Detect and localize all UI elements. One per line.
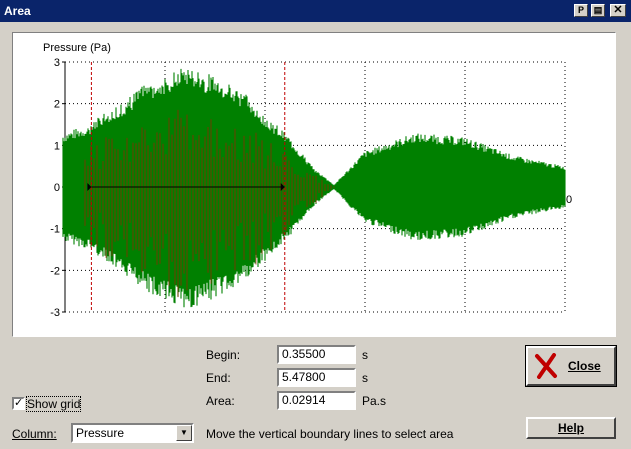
y-tick-label: -2 bbox=[50, 265, 60, 277]
waveform-series bbox=[62, 68, 566, 308]
y-tick-label: 2 bbox=[54, 99, 60, 111]
close-x-icon bbox=[535, 353, 557, 379]
y-tick-label: -1 bbox=[50, 224, 60, 236]
column-select[interactable]: Pressure ▼ bbox=[71, 423, 194, 443]
window-title: Area bbox=[4, 4, 31, 18]
chevron-down-icon[interactable]: ▼ bbox=[176, 425, 192, 441]
end-unit: s bbox=[362, 371, 368, 385]
area-field: 0.02914 bbox=[277, 391, 356, 410]
begin-field[interactable]: 0.35500 bbox=[277, 345, 356, 364]
end-label: End: bbox=[206, 371, 231, 385]
column-label: Column: bbox=[12, 427, 57, 441]
y-tick-label: 0 bbox=[54, 182, 60, 194]
help-button[interactable]: Help bbox=[526, 417, 616, 439]
close-button[interactable]: Close bbox=[525, 345, 617, 387]
end-field[interactable]: 5.47800 bbox=[277, 368, 356, 387]
y-tick-label: 1 bbox=[54, 140, 60, 152]
hint-text: Move the vertical boundary lines to sele… bbox=[206, 427, 454, 441]
show-grid-label[interactable]: Show grid bbox=[25, 396, 82, 412]
y-tick-label: 3 bbox=[54, 57, 60, 69]
begin-unit: s bbox=[362, 348, 368, 362]
chart-area: Pressure (Pa) 3 2 1 0 -1 -2 -3 0 bbox=[12, 32, 616, 337]
area-label: Area: bbox=[206, 394, 235, 408]
column-select-value: Pressure bbox=[76, 426, 125, 440]
title-bar: Area P ▤ ✕ bbox=[0, 0, 631, 22]
pin-button[interactable]: P bbox=[574, 4, 588, 17]
area-unit: Pa.s bbox=[362, 394, 387, 408]
close-window-button[interactable]: ✕ bbox=[610, 4, 626, 17]
show-grid-checkbox[interactable]: ✓ bbox=[12, 397, 25, 410]
close-button-label: Close bbox=[568, 359, 601, 373]
export-button[interactable]: ▤ bbox=[591, 4, 605, 17]
area-window: Area P ▤ ✕ Pressure (Pa) 3 2 1 0 -1 -2 -3 0 Be… bbox=[0, 0, 631, 449]
pressure-chart: Pressure (Pa) 3 2 1 0 -1 -2 -3 0 bbox=[43, 42, 572, 319]
zero-label: 0 bbox=[566, 194, 572, 206]
waveform bbox=[62, 68, 566, 308]
y-axis-label: Pressure (Pa) bbox=[43, 42, 111, 54]
begin-label: Begin: bbox=[206, 348, 241, 362]
y-tick-label: -3 bbox=[50, 307, 60, 319]
